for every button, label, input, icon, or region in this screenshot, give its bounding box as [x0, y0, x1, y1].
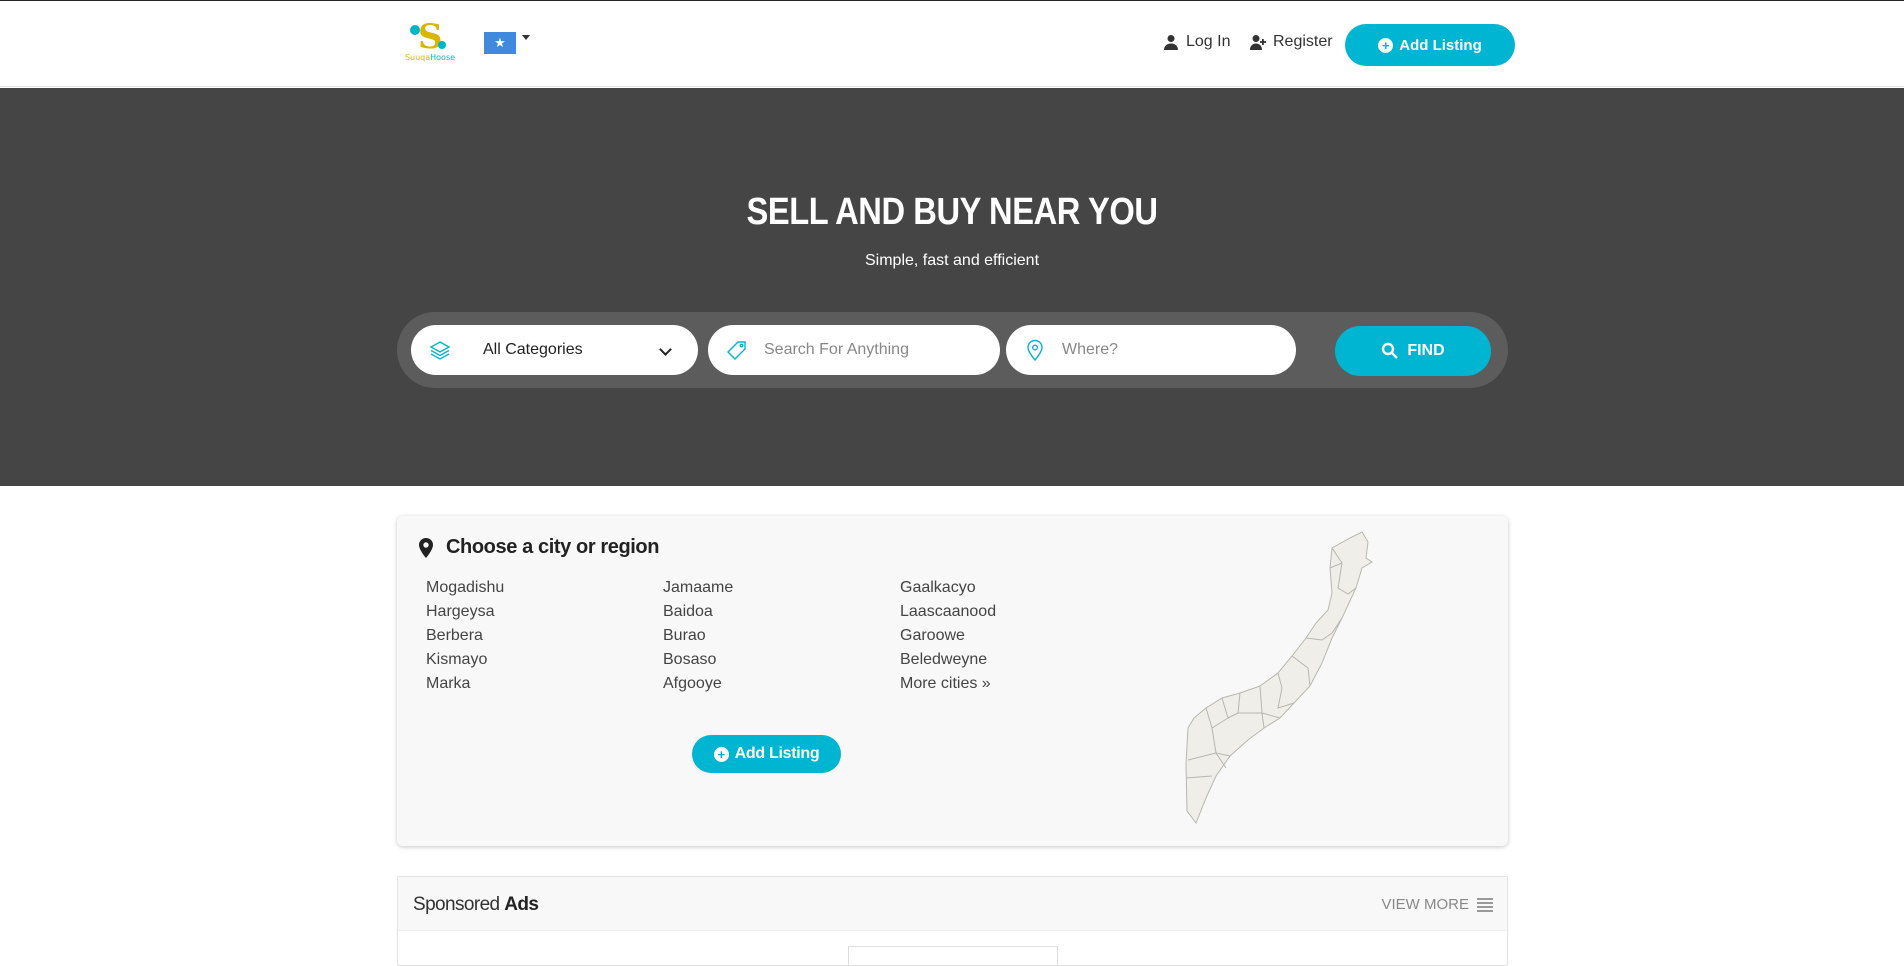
- keyword-search-input[interactable]: Search For Anything: [708, 325, 1000, 375]
- city-link[interactable]: Burao: [663, 624, 733, 648]
- register-label: Register: [1273, 33, 1333, 50]
- city-link[interactable]: Beledweyne: [900, 648, 996, 672]
- city-link[interactable]: Garoowe: [900, 624, 996, 648]
- city-link[interactable]: Laascaanood: [900, 600, 996, 624]
- logo-mark: S: [418, 17, 443, 57]
- search-bar: All Categories Search For Anything Where…: [397, 312, 1508, 388]
- add-listing-label: Add Listing: [1399, 36, 1482, 54]
- chevron-down-icon: [659, 343, 672, 356]
- login-label: Log In: [1186, 33, 1231, 50]
- location-search-input[interactable]: Where?: [1006, 325, 1296, 375]
- city-link[interactable]: Kismayo: [426, 648, 504, 672]
- find-label: FIND: [1407, 342, 1445, 359]
- cities-title-text: Choose a city or region: [446, 536, 660, 558]
- city-link[interactable]: Afgooye: [663, 672, 733, 696]
- logo-splash: [438, 41, 446, 49]
- sponsored-ad-card[interactable]: [848, 946, 1058, 966]
- city-link[interactable]: Marka: [426, 672, 504, 696]
- plus-circle-icon: +: [713, 746, 729, 762]
- add-listing-button[interactable]: + Add Listing: [692, 735, 841, 773]
- user-icon: [1164, 35, 1178, 50]
- city-link[interactable]: Gaalkacyo: [900, 576, 996, 600]
- sponsored-ads-section: Sponsored Ads VIEW MORE: [397, 876, 1508, 966]
- location-placeholder: Where?: [1062, 341, 1119, 358]
- language-caret-icon[interactable]: [522, 35, 530, 40]
- user-plus-icon: [1250, 35, 1266, 50]
- view-more-label: VIEW MORE: [1381, 896, 1469, 913]
- logo-wordmark: SuuqaHoose: [404, 53, 456, 62]
- map-marker-icon: [419, 537, 433, 558]
- keyword-placeholder: Search For Anything: [764, 341, 909, 358]
- sponsored-title: Sponsored Ads: [413, 894, 539, 915]
- city-link[interactable]: Bosaso: [663, 648, 733, 672]
- more-cities-link[interactable]: More cities »: [900, 672, 996, 696]
- hero-subtitle: Simple, fast and efficient: [864, 252, 1040, 269]
- layers-icon: [429, 341, 451, 360]
- city-link[interactable]: Hargeysa: [426, 600, 504, 624]
- hero-title: SELL AND BUY NEAR YOU: [746, 191, 1158, 233]
- city-link[interactable]: Baidoa: [663, 600, 733, 624]
- city-column: Jamaame Baidoa Burao Bosaso Afgooye: [663, 576, 733, 696]
- city-column: Gaalkacyo Laascaanood Garoowe Beledweyne…: [900, 576, 996, 696]
- site-header: S SuuqaHoose ★ Log In Register + Add Lis…: [0, 1, 1904, 87]
- somalia-flag-icon[interactable]: ★: [484, 32, 516, 54]
- add-listing-label: Add Listing: [734, 745, 820, 762]
- find-button[interactable]: FIND: [1335, 326, 1491, 376]
- cities-title: Choose a city or region: [418, 536, 659, 559]
- cities-card: Choose a city or region Mogadishu Hargey…: [397, 516, 1508, 846]
- view-more-link[interactable]: VIEW MORE: [1381, 896, 1493, 913]
- register-link[interactable]: Register: [1250, 33, 1333, 51]
- login-link[interactable]: Log In: [1163, 33, 1230, 51]
- city-column: Mogadishu Hargeysa Berbera Kismayo Marka: [426, 576, 504, 696]
- site-logo[interactable]: S SuuqaHoose: [404, 19, 456, 65]
- city-link[interactable]: Mogadishu: [426, 576, 504, 600]
- search-icon: [1382, 342, 1399, 359]
- list-icon: [1477, 897, 1493, 912]
- city-link[interactable]: Jamaame: [663, 576, 733, 600]
- sponsored-header: Sponsored Ads VIEW MORE: [398, 877, 1507, 931]
- city-link[interactable]: Berbera: [426, 624, 504, 648]
- add-listing-button[interactable]: + Add Listing: [1345, 24, 1515, 66]
- plus-circle-icon: +: [1378, 37, 1394, 53]
- tag-icon: [727, 341, 746, 360]
- map-pin-icon: [1027, 339, 1043, 361]
- category-value: All Categories: [483, 341, 583, 358]
- hero-section: SELL AND BUY NEAR YOU Simple, fast and e…: [0, 88, 1904, 486]
- category-select[interactable]: All Categories: [411, 325, 698, 375]
- somalia-map[interactable]: [1182, 528, 1412, 833]
